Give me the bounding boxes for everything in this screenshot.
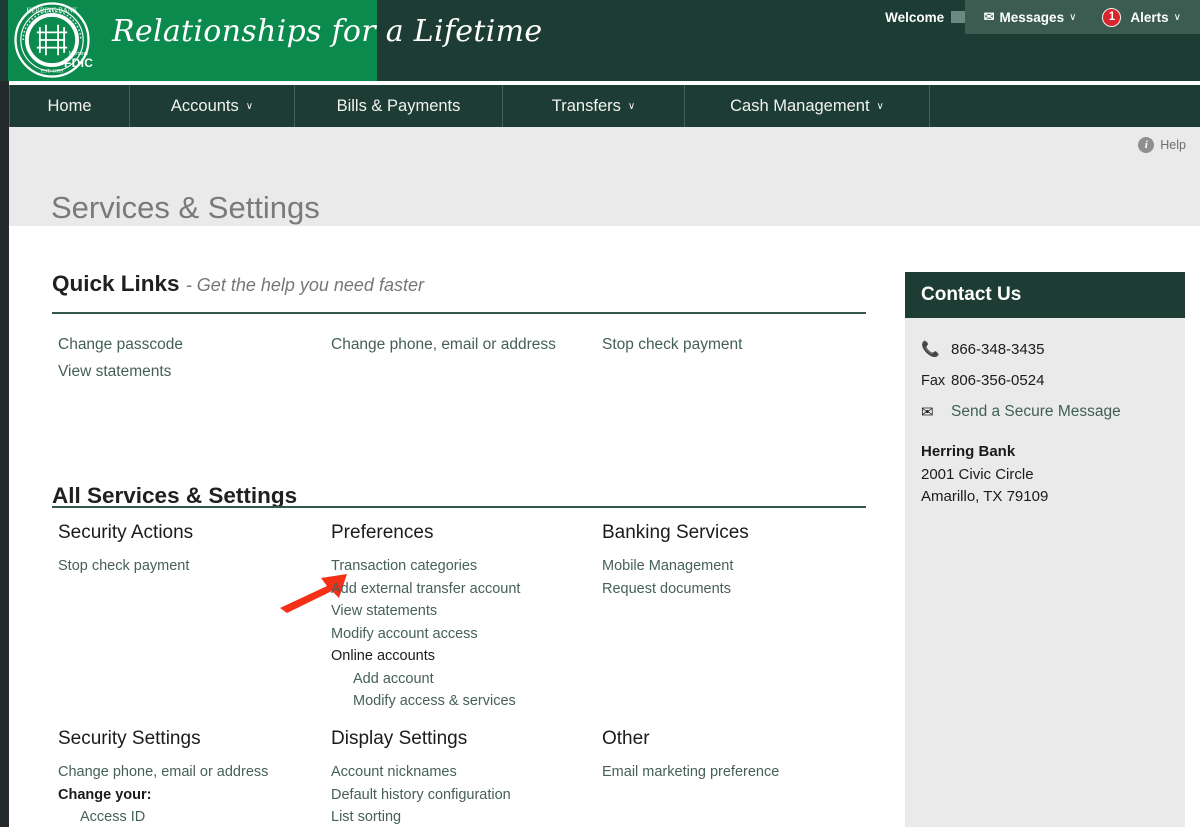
nav-item-label: Transfers [552, 97, 621, 116]
service-label-change-your: Change your: [58, 787, 323, 803]
messages-label: Messages [1000, 10, 1065, 25]
service-link-stop-check-payment[interactable]: Stop check payment [58, 558, 323, 574]
quick-links-title: Quick Links [52, 271, 180, 296]
services-group-security-settings: Security Settings Change phone, email or… [58, 728, 323, 832]
nav-item-cash-management[interactable]: Cash Management ∨ [685, 85, 930, 127]
contact-us-panel: Contact Us 📞 866-348-3435 Fax 806-356-05… [905, 272, 1185, 827]
messages-alerts-panel: ✉ Messages ∨ 1 Alerts ∨ [965, 0, 1200, 34]
contact-fax-number: 806-356-0524 [951, 372, 1044, 389]
info-icon: i [1138, 137, 1154, 153]
quick-links-column-1: Change passcode View statements [58, 336, 183, 390]
fdic-badge: Member FDIC [64, 52, 93, 69]
quick-links-heading: Quick Links - Get the help you need fast… [52, 271, 424, 297]
alerts-menu[interactable]: 1 Alerts ∨ [1089, 0, 1194, 34]
envelope-icon: ✉ [921, 403, 951, 421]
phone-icon: 📞 [921, 340, 951, 358]
all-services-divider [52, 506, 866, 508]
contact-us-panel-body: 📞 866-348-3435 Fax 806-356-0524 ✉ Send a… [905, 318, 1185, 827]
utility-nav: Welcome HB ∨ Log Out Contact Us ✉ Messag… [872, 0, 1200, 34]
site-header: HERRING BANK EST. 1899 Member FDIC Relat… [0, 0, 1200, 81]
service-link-modify-account-access[interactable]: Modify account access [331, 626, 596, 642]
secure-message-row[interactable]: ✉ Send a Secure Message [921, 403, 1169, 421]
contact-us-panel-header: Contact Us [905, 272, 1185, 318]
nav-item-accounts[interactable]: Accounts ∨ [130, 85, 295, 127]
chevron-down-icon: ∨ [1174, 12, 1181, 23]
send-secure-message-link[interactable]: Send a Secure Message [951, 403, 1121, 421]
fax-label: Fax [921, 373, 951, 389]
nav-item-label: Home [47, 97, 91, 116]
quick-links-column-3: Stop check payment [602, 336, 742, 363]
service-link-list-sorting[interactable]: List sorting [331, 809, 596, 825]
quick-links-divider [52, 312, 866, 314]
nav-item-label: Cash Management [730, 97, 869, 116]
group-title: Security Settings [58, 728, 323, 750]
service-link-access-id[interactable]: Access ID [80, 809, 323, 825]
svg-text:HERRING BANK: HERRING BANK [26, 8, 77, 15]
quick-link-change-passcode[interactable]: Change passcode [58, 336, 183, 354]
service-link-email-marketing-preference[interactable]: Email marketing preference [602, 764, 872, 780]
quick-link-view-statements[interactable]: View statements [58, 363, 183, 381]
quick-links-column-2: Change phone, email or address [331, 336, 556, 363]
group-title: Banking Services [602, 522, 872, 544]
nav-item-label: Accounts [171, 97, 239, 116]
quick-link-stop-check-payment[interactable]: Stop check payment [602, 336, 742, 354]
group-title: Security Actions [58, 522, 323, 544]
group-title: Other [602, 728, 872, 750]
services-group-banking-services: Banking Services Mobile Management Reque… [602, 522, 872, 603]
chevron-down-icon: ∨ [628, 101, 635, 112]
contact-phone-number: 866-348-3435 [951, 341, 1044, 358]
svg-text:EST. 1899: EST. 1899 [41, 69, 64, 75]
window-left-rail [0, 0, 9, 827]
help-link[interactable]: i Help [1138, 137, 1186, 153]
service-link-transaction-categories[interactable]: Transaction categories [331, 558, 596, 574]
quick-links-subtitle: - Get the help you need faster [186, 275, 424, 295]
nav-item-label: Bills & Payments [337, 97, 461, 116]
messages-menu[interactable]: ✉ Messages ∨ [971, 0, 1090, 34]
brand-tagline: Relationships for a Lifetime [112, 14, 542, 49]
help-label: Help [1160, 138, 1186, 152]
envelope-icon: ✉ [984, 9, 995, 25]
service-link-add-account[interactable]: Add account [353, 671, 596, 687]
chevron-down-icon: ∨ [246, 101, 253, 112]
services-group-preferences: Preferences Transaction categories Add e… [331, 522, 596, 716]
bank-address-line-1: 2001 Civic Circle [921, 464, 1169, 487]
nav-item-home[interactable]: Home [9, 85, 130, 127]
page-title: Services & Settings [51, 190, 320, 226]
quick-link-change-phone-email-address[interactable]: Change phone, email or address [331, 336, 556, 354]
service-link-default-history-configuration[interactable]: Default history configuration [331, 787, 596, 803]
alerts-count-badge: 1 [1102, 8, 1121, 27]
service-link-mobile-management[interactable]: Mobile Management [602, 558, 872, 574]
service-link-account-nicknames[interactable]: Account nicknames [331, 764, 596, 780]
chevron-down-icon: ∨ [1069, 12, 1076, 23]
alerts-label: Alerts [1130, 10, 1168, 25]
service-link-add-external-transfer-account[interactable]: Add external transfer account [331, 581, 596, 597]
contact-phone-row: 📞 866-348-3435 [921, 340, 1169, 358]
welcome-label: Welcome [885, 10, 944, 25]
group-title: Display Settings [331, 728, 596, 750]
service-link-modify-access-services[interactable]: Modify access & services [353, 693, 596, 709]
services-group-security-actions: Security Actions Stop check payment [58, 522, 323, 581]
services-group-display-settings: Display Settings Account nicknames Defau… [331, 728, 596, 832]
contact-fax-row: Fax 806-356-0524 [921, 372, 1169, 389]
fdic-text: FDIC [64, 57, 93, 69]
service-link-view-statements[interactable]: View statements [331, 603, 596, 619]
nav-item-transfers[interactable]: Transfers ∨ [503, 85, 685, 127]
all-services-heading: All Services & Settings [52, 483, 297, 509]
service-link-change-phone-email-address[interactable]: Change phone, email or address [58, 764, 323, 780]
chevron-down-icon: ∨ [877, 101, 884, 112]
main-navigation: Home Accounts ∨ Bills & Payments Transfe… [9, 85, 1200, 127]
nav-item-bills-payments[interactable]: Bills & Payments [295, 85, 503, 127]
brand-banner[interactable]: HERRING BANK EST. 1899 Member FDIC Relat… [8, 0, 377, 81]
bank-address-line-2: Amarillo, TX 79109 [921, 486, 1169, 509]
services-group-other: Other Email marketing preference [602, 728, 872, 787]
bank-address-block: Herring Bank 2001 Civic Circle Amarillo,… [921, 441, 1169, 509]
page-frame: HERRING BANK EST. 1899 Member FDIC Relat… [0, 0, 1200, 827]
bank-name: Herring Bank [921, 441, 1169, 464]
group-title: Preferences [331, 522, 596, 544]
page-title-band: i Help Services & Settings [9, 127, 1200, 226]
service-link-request-documents[interactable]: Request documents [602, 581, 872, 597]
service-label-online-accounts: Online accounts [331, 648, 596, 664]
